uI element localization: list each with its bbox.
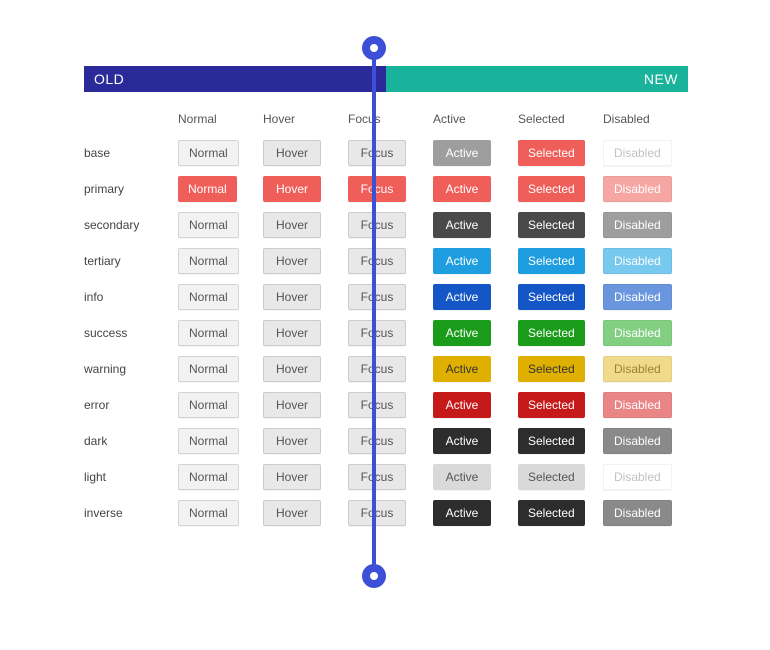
inverse-active-button[interactable]: Active [433,500,491,526]
success-active-button[interactable]: Active [433,320,491,346]
tertiary-hover-button[interactable]: Hover [263,248,321,274]
row-label-tertiary: tertiary [84,254,178,268]
inverse-normal-button[interactable]: Normal [178,500,239,526]
base-focus-button[interactable]: Focus [348,140,406,166]
secondary-selected-button[interactable]: Selected [518,212,585,238]
dark-selected-button[interactable]: Selected [518,428,585,454]
info-focus-button[interactable]: Focus [348,284,406,310]
warning-disabled-button[interactable]: Disabled [603,356,672,382]
info-disabled-button[interactable]: Disabled [603,284,672,310]
column-header-selected: Selected [518,112,603,130]
inverse-focus-button[interactable]: Focus [348,500,406,526]
comparison-header: OLD NEW [84,66,688,92]
success-hover-button[interactable]: Hover [263,320,321,346]
error-active-button[interactable]: Active [433,392,491,418]
header-old-label: OLD [84,66,386,92]
primary-focus-button[interactable]: Focus [348,176,406,202]
column-header-disabled: Disabled [603,112,688,130]
row-label-info: info [84,290,178,304]
secondary-active-button[interactable]: Active [433,212,491,238]
header-new-label: NEW [386,66,688,92]
success-focus-button[interactable]: Focus [348,320,406,346]
light-disabled-button[interactable]: Disabled [603,464,672,490]
row-label-dark: dark [84,434,178,448]
success-normal-button[interactable]: Normal [178,320,239,346]
dark-hover-button[interactable]: Hover [263,428,321,454]
light-active-button[interactable]: Active [433,464,491,490]
light-hover-button[interactable]: Hover [263,464,321,490]
row-label-primary: primary [84,182,178,196]
warning-selected-button[interactable]: Selected [518,356,585,382]
row-label-base: base [84,146,178,160]
tertiary-focus-button[interactable]: Focus [348,248,406,274]
base-selected-button[interactable]: Selected [518,140,585,166]
dark-normal-button[interactable]: Normal [178,428,239,454]
tertiary-selected-button[interactable]: Selected [518,248,585,274]
dark-active-button[interactable]: Active [433,428,491,454]
row-label-secondary: secondary [84,218,178,232]
button-state-grid: NormalHoverFocusActiveSelectedDisabledba… [84,92,688,526]
info-hover-button[interactable]: Hover [263,284,321,310]
primary-disabled-button[interactable]: Disabled [603,176,672,202]
tertiary-active-button[interactable]: Active [433,248,491,274]
row-label-error: error [84,398,178,412]
error-selected-button[interactable]: Selected [518,392,585,418]
info-active-button[interactable]: Active [433,284,491,310]
info-selected-button[interactable]: Selected [518,284,585,310]
primary-hover-button[interactable]: Hover [263,176,321,202]
base-hover-button[interactable]: Hover [263,140,321,166]
comparison-slider-track[interactable] [372,42,376,580]
secondary-normal-button[interactable]: Normal [178,212,239,238]
inverse-disabled-button[interactable]: Disabled [603,500,672,526]
column-header-active: Active [433,112,518,130]
tertiary-disabled-button[interactable]: Disabled [603,248,672,274]
comparison-slider-handle-top[interactable] [362,36,386,60]
base-active-button[interactable]: Active [433,140,491,166]
secondary-disabled-button[interactable]: Disabled [603,212,672,238]
primary-selected-button[interactable]: Selected [518,176,585,202]
dark-focus-button[interactable]: Focus [348,428,406,454]
base-disabled-button[interactable]: Disabled [603,140,672,166]
error-hover-button[interactable]: Hover [263,392,321,418]
warning-focus-button[interactable]: Focus [348,356,406,382]
error-disabled-button[interactable]: Disabled [603,392,672,418]
row-label-success: success [84,326,178,340]
light-selected-button[interactable]: Selected [518,464,585,490]
inverse-hover-button[interactable]: Hover [263,500,321,526]
row-label-inverse: inverse [84,506,178,520]
column-header-hover: Hover [263,112,348,130]
success-disabled-button[interactable]: Disabled [603,320,672,346]
primary-normal-button[interactable]: Normal [178,176,237,202]
tertiary-normal-button[interactable]: Normal [178,248,239,274]
info-normal-button[interactable]: Normal [178,284,239,310]
warning-normal-button[interactable]: Normal [178,356,239,382]
secondary-hover-button[interactable]: Hover [263,212,321,238]
light-normal-button[interactable]: Normal [178,464,239,490]
success-selected-button[interactable]: Selected [518,320,585,346]
error-normal-button[interactable]: Normal [178,392,239,418]
warning-active-button[interactable]: Active [433,356,491,382]
base-normal-button[interactable]: Normal [178,140,239,166]
light-focus-button[interactable]: Focus [348,464,406,490]
error-focus-button[interactable]: Focus [348,392,406,418]
row-label-warning: warning [84,362,178,376]
column-header-normal: Normal [178,112,263,130]
inverse-selected-button[interactable]: Selected [518,500,585,526]
warning-hover-button[interactable]: Hover [263,356,321,382]
dark-disabled-button[interactable]: Disabled [603,428,672,454]
row-label-light: light [84,470,178,484]
column-header-focus: Focus [348,112,433,130]
primary-active-button[interactable]: Active [433,176,491,202]
secondary-focus-button[interactable]: Focus [348,212,406,238]
comparison-slider-handle-bottom[interactable] [362,564,386,588]
